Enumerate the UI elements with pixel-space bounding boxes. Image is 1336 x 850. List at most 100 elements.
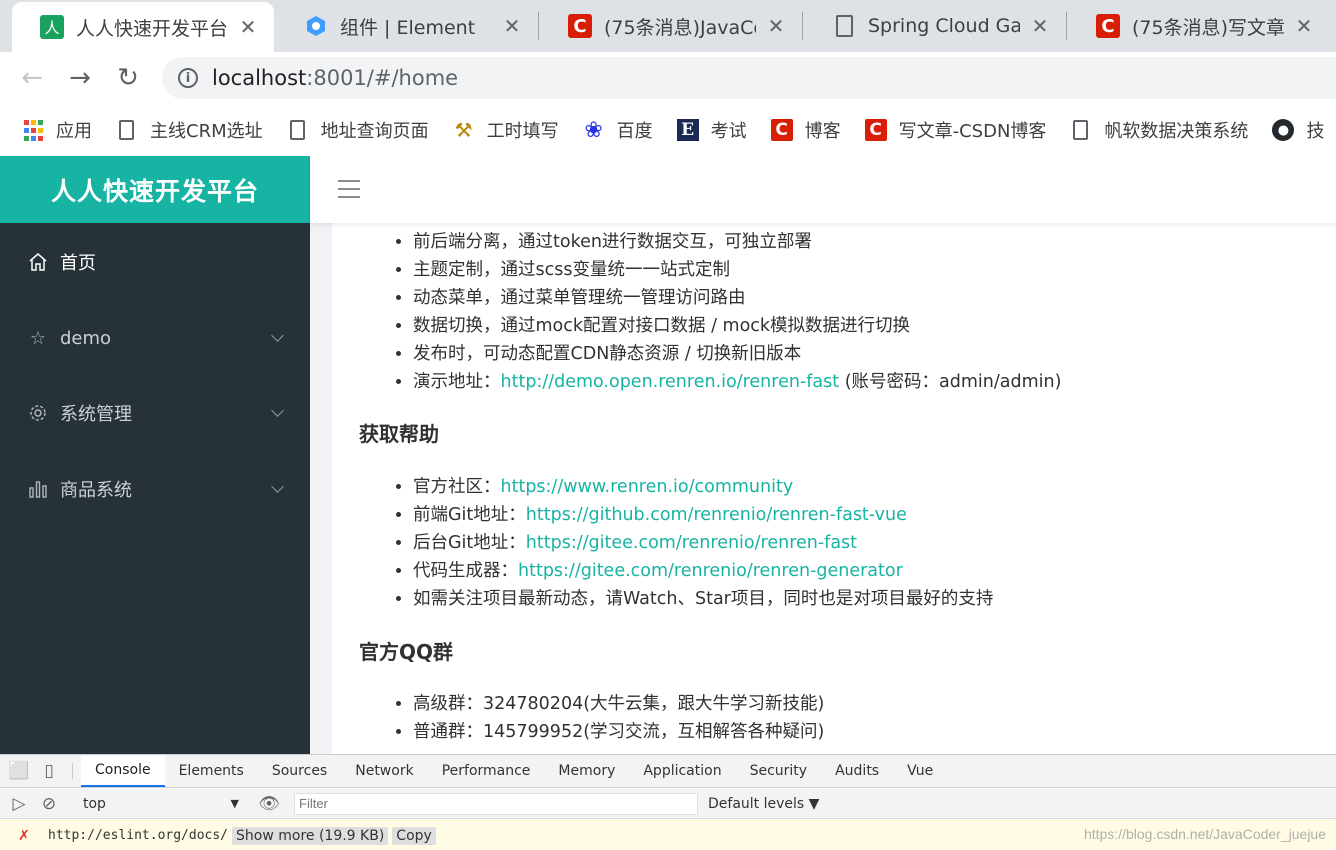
bookmark-label: 技 (1306, 121, 1325, 142)
reload-icon[interactable]: ↻ (110, 60, 146, 96)
close-icon[interactable]: ✕ (1028, 14, 1052, 38)
bookmark-label: 考试 (710, 121, 747, 142)
browser-tab-csdn[interactable]: C (75条消息)JavaCode ✕ (540, 0, 802, 52)
devtools-tab-sources[interactable]: Sources (258, 755, 341, 787)
frontend-git-link[interactable]: https://github.com/renrenio/renren-fast-… (526, 505, 907, 525)
bookmark-address-query[interactable]: 地址查询页面 (287, 117, 429, 143)
gear-icon (28, 403, 48, 423)
bookmark-label: 工时填写 (486, 121, 559, 142)
dropdown-arrow-icon: ▼ (230, 797, 239, 810)
renren-app: 人人快速开发平台 首页 ☆ demo 系统管理 商品系统 • 前后端分离，通过t… (0, 156, 1336, 754)
list-item: 前端Git地址：https://github.com/renrenio/renr… (413, 501, 1336, 529)
list-item: 后台Git地址：https://gitee.com/renrenio/renre… (413, 529, 1336, 557)
bookmark-github[interactable]: ● 技 (1272, 117, 1324, 143)
close-icon[interactable]: ✕ (236, 15, 260, 39)
message-url[interactable]: http://eslint.org/docs/ (48, 828, 228, 843)
list-item: 动态菜单，通过菜单管理统一管理访问路由 (413, 284, 1336, 312)
devtools-tab-performance[interactable]: Performance (428, 755, 545, 787)
csdn-icon: C (568, 14, 592, 38)
bookmark-blog[interactable]: C 博客 (770, 117, 841, 143)
bookmark-label: 帆软数据决策系统 (1104, 121, 1249, 142)
console-message: ✗ http://eslint.org/docs/ Show more (19.… (0, 820, 1336, 850)
demo-label: 演示地址： (413, 372, 501, 392)
eye-icon[interactable]: 👁 (254, 794, 284, 814)
devtools-tab-elements[interactable]: Elements (165, 755, 258, 787)
demo-account: (账号密码：admin/admin) (839, 372, 1062, 392)
close-icon[interactable]: ✕ (500, 14, 524, 38)
sidebar-item-demo[interactable]: ☆ demo (0, 310, 310, 366)
devtools-panel: ⬜ ▯ Console Elements Sources Network Per… (0, 754, 1336, 850)
list-item: 如需关注项目最新动态，请Watch、Star项目，同时也是对项目最好的支持 (413, 585, 1336, 613)
log-levels-select[interactable]: Default levels ▼ (708, 796, 819, 812)
renren-icon: 人 (40, 15, 64, 39)
devtools-tab-audits[interactable]: Audits (821, 755, 893, 787)
clear-console-icon[interactable]: ⊘ (34, 794, 64, 814)
csdn-icon: C (1096, 14, 1120, 38)
sidebar-item-system[interactable]: 系统管理 (0, 385, 310, 441)
baidu-paw-icon: ❀ (584, 117, 603, 143)
show-more-button[interactable]: Show more (19.9 KB) (232, 826, 389, 845)
bookmark-label: 应用 (56, 121, 92, 142)
csdn-icon: C (864, 119, 887, 141)
browser-tab-element[interactable]: 组件 | Element ✕ (276, 0, 538, 52)
community-link[interactable]: https://www.renren.io/community (501, 477, 794, 497)
app-header (310, 156, 1336, 223)
sidebar-item-goods[interactable]: 商品系统 (0, 461, 310, 517)
list-item: 发布时，可动态配置CDN静态资源 / 切换新旧版本 (413, 340, 1336, 368)
close-icon[interactable]: ✕ (764, 14, 788, 38)
bookmark-csdn-write[interactable]: C 写文章-CSDN博客 (864, 117, 1046, 143)
element-icon (304, 14, 328, 38)
close-icon[interactable]: ✕ (1292, 14, 1316, 38)
bookmark-finereport[interactable]: 帆软数据决策系统 (1070, 117, 1248, 143)
document-icon (832, 14, 856, 38)
backend-git-link[interactable]: https://gitee.com/renrenio/renren-fast (526, 533, 857, 553)
bookmark-exam[interactable]: E 考试 (676, 117, 747, 143)
devtools-tab-vue[interactable]: Vue (893, 755, 947, 787)
apps-grid-icon (22, 119, 44, 141)
back-arrow-icon[interactable]: ← (14, 60, 50, 96)
console-filter-input[interactable] (294, 792, 698, 815)
browser-tab-spring-cloud[interactable]: Spring Cloud Gatev ✕ (804, 0, 1066, 52)
devtools-tab-security[interactable]: Security (736, 755, 822, 787)
devtools-tab-console[interactable]: Console (81, 755, 165, 787)
watermark: https://blog.csdn.net/JavaCoder_juejue (1083, 826, 1326, 842)
demo-link[interactable]: http://demo.open.renren.io/renren-fast (501, 372, 840, 392)
info-icon[interactable]: i (178, 68, 198, 88)
address-bar[interactable]: i localhost:8001/#/home (162, 57, 1336, 99)
devtools-tab-network[interactable]: Network (341, 755, 427, 787)
browser-tab-strip: 人 人人快速开发平台 ✕ 组件 | Element ✕ C (75条消息)Jav… (0, 0, 1336, 52)
inspect-element-icon[interactable]: ⬜ (4, 755, 34, 787)
sidebar-item-home[interactable]: 首页 (0, 234, 310, 290)
sidebar-toggle-icon[interactable]: ▷ (4, 794, 34, 814)
chevron-down-icon (271, 404, 284, 417)
forward-arrow-icon[interactable]: → (62, 60, 98, 96)
browser-tab-renren[interactable]: 人 人人快速开发平台 ✕ (12, 2, 274, 52)
brand-title[interactable]: 人人快速开发平台 (0, 156, 310, 223)
bookmark-apps[interactable]: 应用 (22, 117, 92, 143)
csdn-icon: C (770, 119, 793, 141)
bookmark-label: 地址查询页面 (320, 121, 429, 142)
browser-tab-csdn-write[interactable]: C (75条消息)写文章-C ✕ (1068, 0, 1330, 52)
list-item: 普通群：145799952(学习交流，互相解答各种疑问) (413, 718, 1336, 746)
menu-toggle-icon[interactable] (338, 180, 360, 198)
devtools-tab-memory[interactable]: Memory (544, 755, 629, 787)
device-toolbar-icon[interactable]: ▯ (34, 755, 64, 787)
generator-link[interactable]: https://gitee.com/renrenio/renren-genera… (518, 561, 903, 581)
help-heading: 获取帮助 (359, 422, 439, 446)
bookmark-baidu[interactable]: ❀ 百度 (583, 117, 652, 143)
list-item: 高级群：324780204(大牛云集，跟大牛学习新技能) (413, 690, 1336, 718)
copy-button[interactable]: Copy (392, 826, 436, 845)
tab-title: 组件 | Element (340, 16, 476, 39)
help-label: 代码生成器： (413, 561, 518, 581)
exam-e-icon: E (676, 119, 699, 141)
bookmark-crm[interactable]: 主线CRM选址 (116, 117, 263, 143)
bar-chart-icon (28, 479, 48, 499)
devtools-tab-bar: ⬜ ▯ Console Elements Sources Network Per… (0, 755, 1336, 788)
devtools-tab-application[interactable]: Application (629, 755, 735, 787)
chevron-down-icon (271, 329, 284, 342)
home-content: 前后端分离，通过token进行数据交互，可独立部署 主题定制，通过scss变量统… (332, 223, 1336, 754)
bookmark-worklog[interactable]: ⚒ 工时填写 (453, 117, 559, 143)
tab-title: 人人快速开发平台 (76, 17, 228, 40)
list-item: 代码生成器：https://gitee.com/renrenio/renren-… (413, 557, 1336, 585)
context-select[interactable]: top ▼ (77, 793, 245, 815)
